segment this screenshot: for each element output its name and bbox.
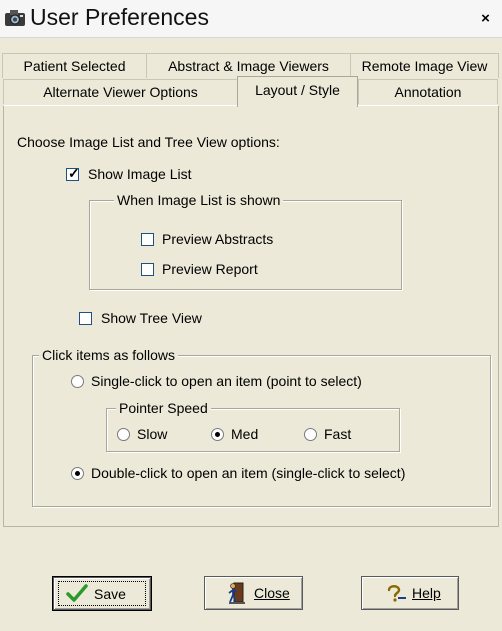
tab-row-2: Alternate Viewer Options Layout / Style … [0,76,502,107]
checkmark-icon: ✓ [68,165,80,181]
door-exit-icon [228,582,245,604]
save-button-label: Save [94,586,126,602]
pointer-speed-slow-radio[interactable] [117,428,130,441]
pointer-speed-slow-label: Slow [137,426,168,442]
preview-abstracts-checkbox[interactable] [141,233,154,246]
show-image-list-label: Show Image List [88,166,192,182]
tab-row-1: Patient Selected Abstract & Image Viewer… [0,53,502,78]
preview-report-checkbox[interactable] [141,263,154,276]
tab-patient-selected[interactable]: Patient Selected [2,53,147,78]
layout-style-panel: Choose Image List and Tree View options:… [3,105,499,527]
tab-remote-image-view[interactable]: Remote Image View [350,53,499,78]
window-title: User Preferences [30,4,209,30]
double-click-radio[interactable] [71,467,84,480]
title-bar[interactable]: User Preferences × [0,0,502,38]
single-click-label: Single-click to open an item (point to s… [91,373,362,389]
preview-report-label: Preview Report [162,261,258,277]
tab-alternate-viewer-options[interactable]: Alternate Viewer Options [3,79,238,104]
help-button[interactable]: Help [361,576,459,610]
image-list-group-legend: When Image List is shown [114,192,284,208]
preview-abstracts-label: Preview Abstracts [162,231,274,247]
user-preferences-window: User Preferences × Patient Selected Abst… [0,0,502,631]
show-tree-view-checkbox[interactable] [79,312,92,325]
close-button-label: Close [254,585,290,601]
pointer-speed-fast-label: Fast [324,426,352,442]
show-image-list-checkbox[interactable]: ✓ [66,165,80,181]
close-button[interactable]: Close [204,576,303,610]
help-button-label: Help [412,585,441,601]
radio-selected-dot [75,471,80,476]
radio-selected-dot [215,432,220,437]
pointer-speed-legend: Pointer Speed [116,400,211,416]
save-button[interactable]: Save [52,576,152,611]
pointer-speed-med-radio[interactable] [211,428,224,441]
close-icon[interactable]: × [476,10,495,27]
camera-icon [5,10,25,26]
panel-heading: Choose Image List and Tree View options: [17,134,280,150]
click-items-group-legend: Click items as follows [39,347,179,363]
show-tree-view-label: Show Tree View [101,310,202,326]
pointer-speed-med-label: Med [231,426,259,442]
double-click-label: Double-click to open an item (single-cli… [91,465,406,481]
single-click-radio[interactable] [71,375,84,388]
tab-abstract-image-viewers[interactable]: Abstract & Image Viewers [146,53,351,78]
checkmark-icon [66,584,88,602]
tab-annotation[interactable]: Annotation [358,79,498,104]
tab-layout-style[interactable]: Layout / Style [237,76,358,107]
pointer-speed-fast-radio[interactable] [304,428,317,441]
question-icon [387,585,406,602]
